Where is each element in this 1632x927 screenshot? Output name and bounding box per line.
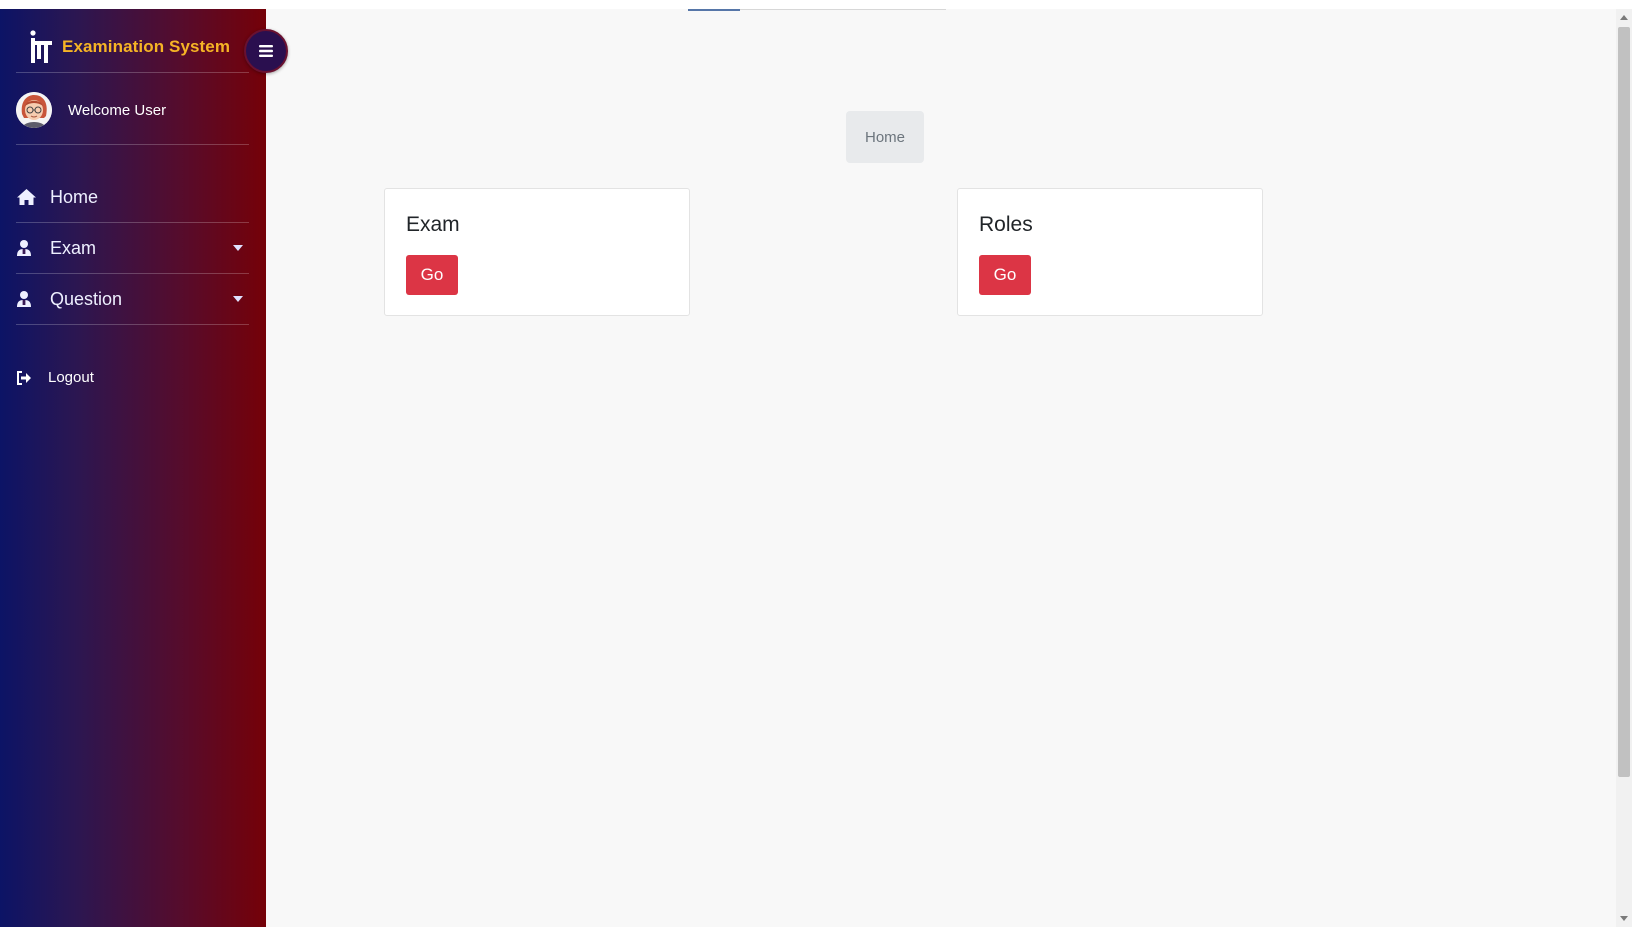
roles-card: Roles Go: [957, 188, 1263, 316]
sidebar-item-label: Home: [50, 186, 99, 207]
caret-down-icon: [233, 245, 243, 251]
sidebar-item-home[interactable]: Home: [16, 171, 249, 223]
vertical-scrollbar[interactable]: [1616, 9, 1632, 927]
sidebar-item-label: Exam: [50, 237, 97, 258]
hamburger-icon: [259, 45, 273, 57]
sidebar-item-exam[interactable]: Exam: [16, 222, 249, 274]
user-profile: Welcome User: [16, 91, 166, 129]
breadcrumb: Home: [846, 111, 924, 163]
sidebar-item-question[interactable]: Question: [16, 273, 249, 325]
roles-go-button[interactable]: Go: [979, 255, 1031, 295]
sidebar-item-label: Question: [50, 288, 123, 309]
sidebar-divider: [16, 324, 249, 325]
app-logo-icon: [30, 30, 52, 63]
scroll-down-arrow-icon[interactable]: [1620, 916, 1628, 921]
user-icon: [16, 239, 38, 257]
sidebar-divider: [16, 72, 249, 73]
brand[interactable]: Examination System: [28, 25, 230, 69]
sidebar-toggle-button[interactable]: [244, 29, 288, 73]
sidebar: Examination System Welcome User Home Exa…: [0, 9, 288, 927]
app-title: Examination System: [62, 37, 231, 56]
sidebar-divider: [16, 144, 249, 145]
exam-go-button[interactable]: Go: [406, 255, 458, 295]
card-title: Exam: [406, 213, 460, 236]
active-tab-indicator: [688, 9, 740, 11]
scrollbar-thumb[interactable]: [1618, 27, 1630, 777]
home-icon: [16, 188, 38, 206]
user-icon: [16, 290, 38, 308]
sign-out-icon: [17, 370, 31, 385]
main-content: Home Exam Go Roles Go: [266, 9, 1616, 927]
card-title: Roles: [979, 213, 1033, 236]
exam-card: Exam Go: [384, 188, 690, 316]
logout-label: Logout: [48, 369, 94, 386]
app-window: Examination System Welcome User Home Exa…: [0, 9, 1632, 927]
scroll-up-arrow-icon[interactable]: [1620, 15, 1628, 20]
breadcrumb-home[interactable]: Home: [865, 129, 905, 146]
avatar: [16, 92, 52, 128]
caret-down-icon: [233, 296, 243, 302]
user-avatar-icon: [16, 92, 52, 128]
top-tab-indicator: [688, 9, 946, 11]
welcome-text: Welcome User: [68, 101, 167, 119]
logout-link[interactable]: Logout: [16, 369, 94, 386]
